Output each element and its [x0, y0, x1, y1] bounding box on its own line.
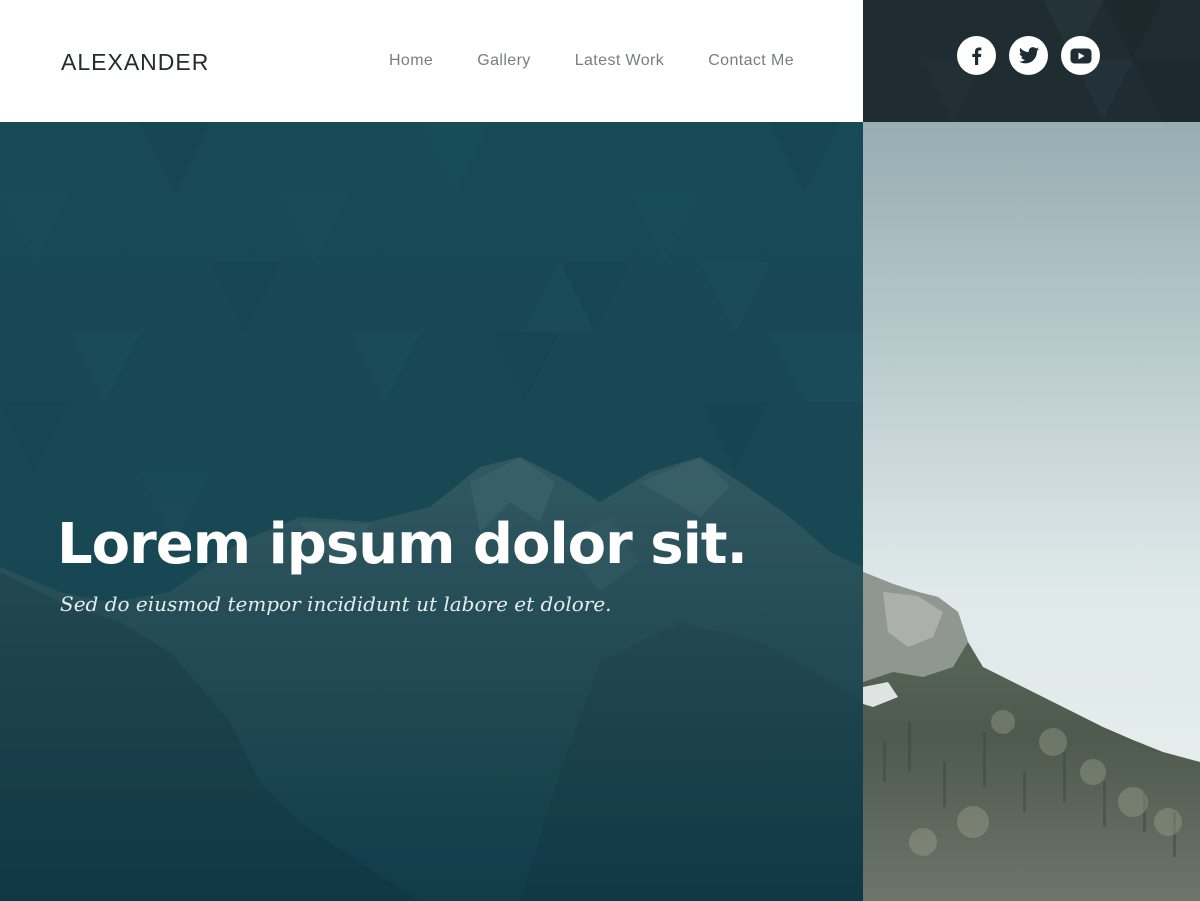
facebook-icon [971, 47, 981, 65]
landing-page: ALEXANDER Home Gallery Latest Work Conta… [0, 0, 1200, 901]
twitter-icon [1018, 46, 1039, 63]
nav-contact-me-link[interactable]: Contact Me [708, 51, 794, 71]
youtube-icon [1070, 48, 1091, 63]
hero-subtitle: Sed do eiusmod tempor incididunt ut labo… [60, 592, 612, 616]
social-bar [863, 0, 1200, 122]
nav-latest-work-link[interactable]: Latest Work [575, 51, 664, 71]
youtube-button[interactable] [1061, 36, 1100, 75]
hero-section: Lorem ipsum dolor sit. Sed do eiusmod te… [0, 122, 863, 901]
facebook-button[interactable] [957, 36, 996, 75]
site-header: ALEXANDER Home Gallery Latest Work Conta… [0, 0, 863, 122]
hero-title: Lorem ipsum dolor sit. [57, 512, 748, 577]
social-icons [957, 36, 1113, 75]
nav-home-link[interactable]: Home [389, 51, 433, 71]
mountain-photo [863, 122, 1200, 901]
site-logo[interactable]: ALEXANDER [61, 48, 209, 76]
mountain-photo-image [863, 122, 1200, 901]
twitter-button[interactable] [1009, 36, 1048, 75]
main-nav: Home Gallery Latest Work Contact Me [345, 51, 794, 71]
nav-gallery-link[interactable]: Gallery [477, 51, 530, 71]
